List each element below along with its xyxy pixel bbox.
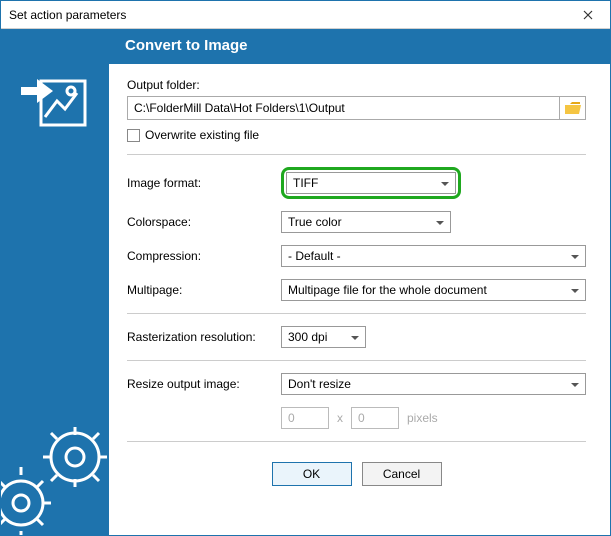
times-symbol: x [337,411,343,425]
compression-value: - Default - [288,249,341,263]
separator [127,313,586,314]
gears-icon [1,425,109,535]
multipage-label: Multipage: [127,283,281,297]
pixels-label: pixels [407,411,438,425]
resolution-value: 300 dpi [288,330,327,344]
separator [127,441,586,442]
image-format-select[interactable]: TIFF [286,172,456,194]
dialog-window: Set action parameters [0,0,611,536]
image-format-label: Image format: [127,176,281,190]
colorspace-row: Colorspace: True color [127,211,586,233]
resize-label: Resize output image: [127,377,281,391]
ok-label: OK [303,467,320,481]
ok-button[interactable]: OK [272,462,352,486]
compression-select[interactable]: - Default - [281,245,586,267]
colorspace-select[interactable]: True color [281,211,451,233]
window-title: Set action parameters [9,8,566,22]
overwrite-row[interactable]: Overwrite existing file [127,128,586,142]
sidebar [1,29,109,535]
output-folder-label: Output folder: [127,78,586,92]
resize-height-input[interactable] [351,407,399,429]
resize-row: Resize output image: Don't resize [127,373,586,395]
resolution-select[interactable]: 300 dpi [281,326,366,348]
image-format-highlight: TIFF [281,167,461,199]
close-button[interactable] [566,1,610,29]
output-folder-input[interactable] [127,96,560,120]
compression-row: Compression: - Default - [127,245,586,267]
resize-width-input[interactable] [281,407,329,429]
resize-value: Don't resize [288,377,351,391]
separator [127,154,586,155]
multipage-value: Multipage file for the whole document [288,283,487,297]
overwrite-label: Overwrite existing file [145,128,259,142]
browse-button[interactable] [560,96,586,120]
resize-dimensions: x pixels [281,407,586,429]
colorspace-value: True color [288,215,342,229]
compression-label: Compression: [127,249,281,263]
panel-title: Convert to Image [125,37,248,54]
folder-icon [565,102,581,114]
close-icon [583,10,593,20]
form-content: Output folder: Overwrite existing file I… [109,64,610,535]
button-row: OK Cancel [127,454,586,504]
cancel-button[interactable]: Cancel [362,462,442,486]
multipage-row: Multipage: Multipage file for the whole … [127,279,586,301]
panel-header: Convert to Image [109,29,610,64]
image-format-value: TIFF [293,176,318,190]
image-format-row: Image format: TIFF [127,167,586,199]
main-panel: Convert to Image Output folder: Overwrit… [109,29,610,535]
titlebar: Set action parameters [1,1,610,29]
output-folder-row [127,96,586,120]
multipage-select[interactable]: Multipage file for the whole document [281,279,586,301]
dialog-body: Convert to Image Output folder: Overwrit… [1,29,610,535]
resolution-row: Rasterization resolution: 300 dpi [127,326,586,348]
separator [127,360,586,361]
convert-image-icon [19,67,91,131]
overwrite-checkbox[interactable] [127,129,140,142]
resize-select[interactable]: Don't resize [281,373,586,395]
colorspace-label: Colorspace: [127,215,281,229]
resolution-label: Rasterization resolution: [127,330,281,344]
cancel-label: Cancel [383,467,420,481]
